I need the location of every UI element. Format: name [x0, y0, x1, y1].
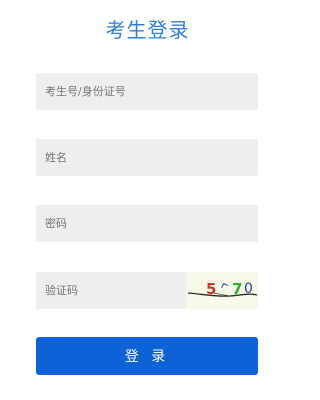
captcha-field[interactable]: [36, 272, 186, 309]
login-button[interactable]: 登 录: [36, 337, 258, 375]
captcha-char-2: ^: [218, 280, 233, 298]
captcha-char-4: 0: [244, 281, 253, 297]
captcha-image[interactable]: 5 ^ 7 0: [186, 272, 258, 309]
password-field[interactable]: [36, 205, 258, 242]
captcha-char-1: 5: [206, 280, 216, 298]
name-field[interactable]: [36, 139, 258, 176]
captcha-char-3: 7: [232, 280, 242, 298]
page-title: 考生登录: [105, 18, 190, 42]
captcha-graphic: 5 ^ 7 0: [187, 280, 258, 298]
id-number-field[interactable]: [36, 73, 258, 110]
